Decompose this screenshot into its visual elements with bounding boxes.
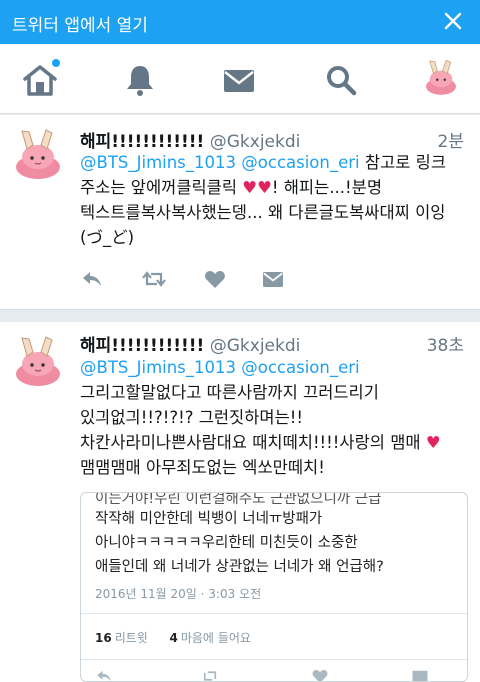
- like-icon: [312, 670, 328, 681]
- open-in-app-banner[interactable]: 트위터 앱에서 열기: [0, 0, 480, 44]
- like-count: 4: [169, 631, 178, 645]
- tweet-text: @BTS_Jimins_1013 @occasion_eri 그리고할말없다고 …: [80, 355, 468, 480]
- divider: [81, 613, 467, 614]
- like-icon[interactable]: [203, 267, 227, 291]
- reply-icon[interactable]: [80, 267, 104, 291]
- reply-icon: [97, 670, 111, 681]
- heart-emoji-icon: ♥: [257, 178, 272, 197]
- home-icon[interactable]: [21, 62, 59, 98]
- embed-text-line: 아니야ㅋㅋㅋㅋㅋ우리한테 미친듯이 소중한: [95, 535, 358, 551]
- divider: [81, 659, 467, 660]
- tweet-text-part: 그리고할말없다고 따른사람까지 끄러드리기 있긔없긔!!?!?!? 그런짓하며는…: [80, 383, 421, 452]
- tweet-timestamp[interactable]: 38초: [427, 331, 464, 356]
- embed-stats: 16 리트윗 4 마음에 들어요: [95, 629, 251, 646]
- mention-link[interactable]: @occasion_eri: [241, 358, 359, 377]
- notifications-icon[interactable]: [121, 62, 159, 98]
- tweet[interactable]: 해피!!!!!!!!!!!! @Gkxjekdi 2분 @BTS_Jimins_…: [0, 115, 480, 310]
- tweet-header: 해피!!!!!!!!!!!! @Gkxjekdi: [80, 331, 300, 356]
- close-icon[interactable]: [440, 8, 466, 34]
- tweet-text: @BTS_Jimins_1013 @occasion_eri 참고로 링크 주소…: [80, 150, 468, 250]
- embed-text-line: 애들인데 왜 너네가 상관없는 너네가 왜 언급해?: [95, 559, 384, 575]
- banner-title: 트위터 앱에서 열기: [12, 16, 148, 36]
- mention-link[interactable]: @occasion_eri: [241, 153, 359, 172]
- username[interactable]: @Gkxjekdi: [210, 336, 301, 356]
- tweet-header: 해피!!!!!!!!!!!! @Gkxjekdi: [80, 127, 300, 152]
- retweet-count: 16: [95, 631, 112, 645]
- retweet-icon: [203, 671, 217, 681]
- heart-emoji-icon: ♥: [425, 433, 441, 452]
- search-icon[interactable]: [322, 62, 360, 98]
- embed-text-line: 작작해 미안한데 빅뱅이 너네ㅠ방패가: [95, 511, 323, 527]
- retweet-label: 리트윗: [114, 631, 148, 645]
- direct-message-icon[interactable]: [261, 267, 285, 291]
- heart-emoji-icon: ♥: [242, 178, 258, 197]
- nav-bar: [0, 44, 480, 114]
- direct-message-icon: [412, 670, 428, 681]
- home-notification-dot: [52, 59, 60, 67]
- profile-avatar[interactable]: [420, 58, 462, 100]
- mention-link[interactable]: @BTS_Jimins_1013: [80, 153, 236, 172]
- user-avatar[interactable]: [10, 334, 66, 390]
- tweet-media-image[interactable]: 이는거야!우린 이런걸해주도 근관없으니까 근급 작작해 미안한데 빅뱅이 너네…: [80, 492, 468, 682]
- embed-date: 2016년 11월 20일 · 3:03 오전: [95, 587, 262, 601]
- like-label: 마음에 들어요: [180, 631, 251, 645]
- mention-link[interactable]: @BTS_Jimins_1013: [80, 358, 236, 377]
- retweet-icon[interactable]: [142, 267, 166, 291]
- display-name[interactable]: 해피!!!!!!!!!!!!: [80, 336, 204, 356]
- tweet-timestamp[interactable]: 2분: [438, 127, 464, 152]
- username[interactable]: @Gkxjekdi: [210, 132, 301, 152]
- tweet-actions: [80, 267, 300, 291]
- display-name[interactable]: 해피!!!!!!!!!!!!: [80, 132, 204, 152]
- embed-text-line: 이는거야!우린 이런걸해주도 근관없으니까 근급: [95, 492, 382, 507]
- messages-icon[interactable]: [220, 62, 258, 98]
- user-avatar[interactable]: [10, 127, 66, 183]
- tweet-text-part: 맴맴맴매 아무죄도없는 엑쏘만떼치!: [80, 458, 325, 477]
